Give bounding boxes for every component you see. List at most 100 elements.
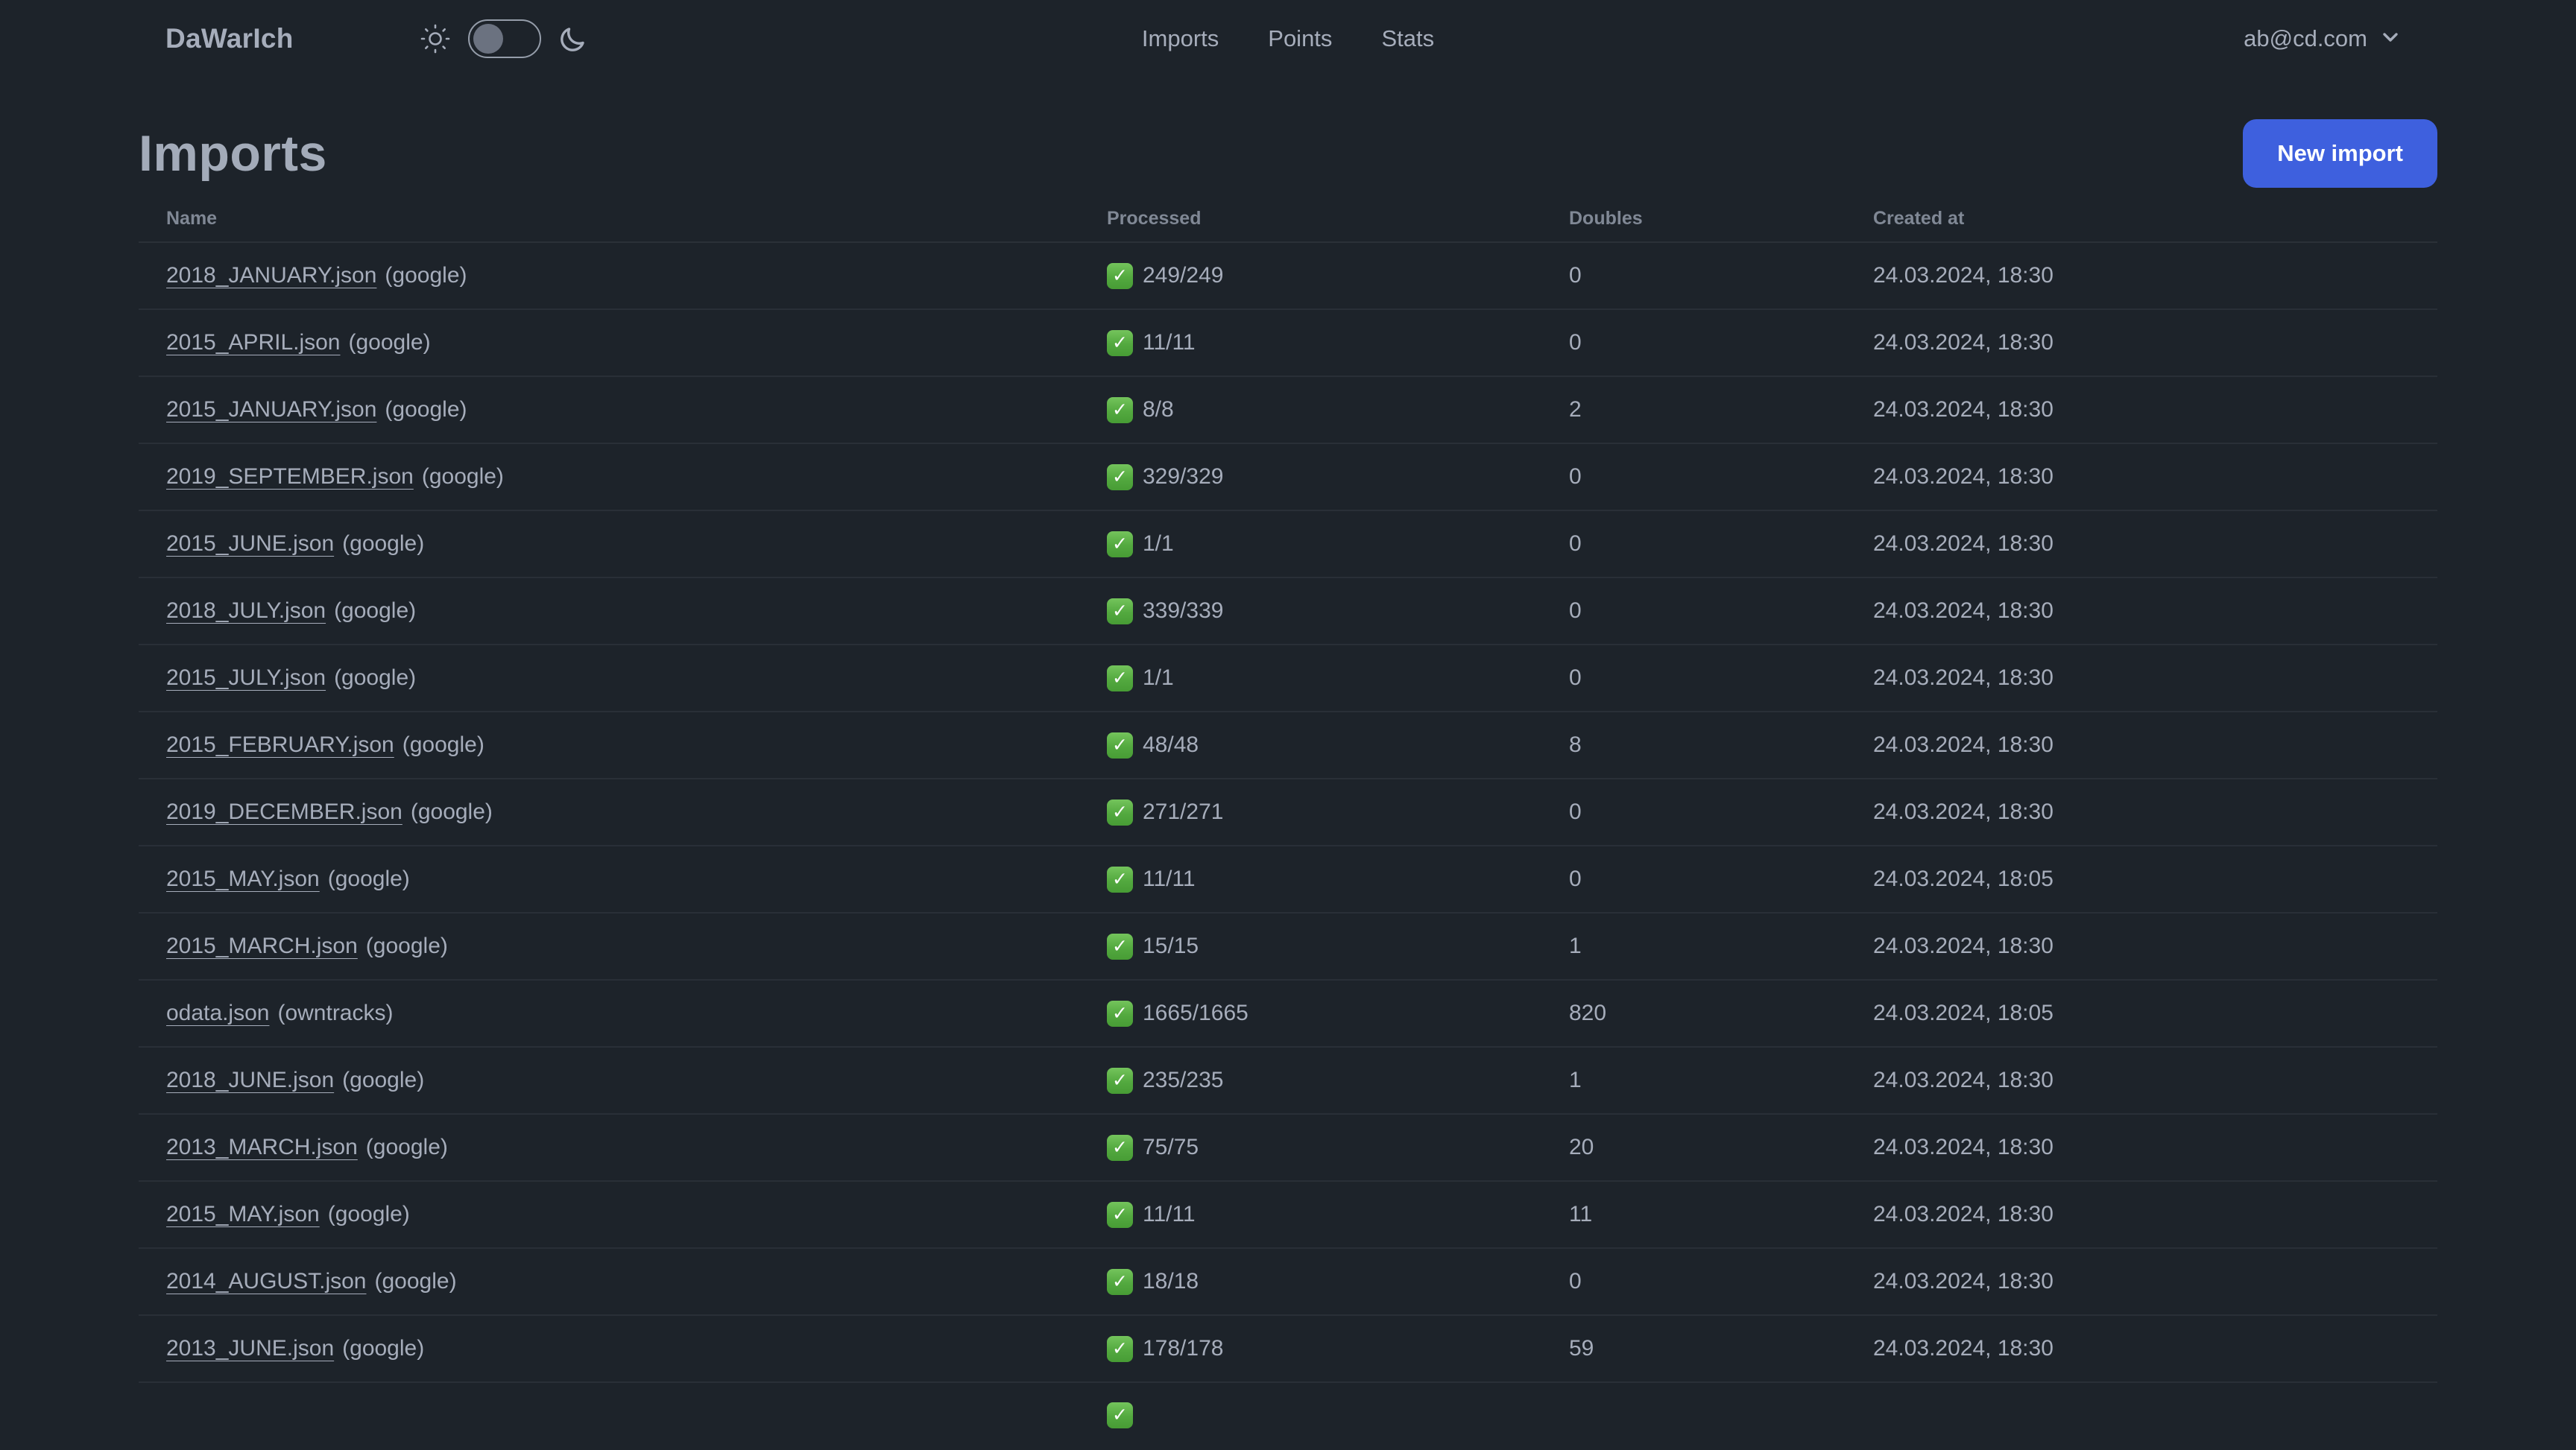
import-source-label: (google) — [342, 531, 425, 556]
import-file-link[interactable]: 2018_JANUARY.json — [166, 263, 376, 288]
processed-count: 11/11 — [1143, 330, 1196, 355]
table-row: odata.json (owntracks) ✓ 1665/1665 820 24… — [139, 981, 2437, 1048]
main-nav: Imports Points Stats — [1142, 25, 1434, 52]
processed-count: 339/339 — [1143, 598, 1224, 623]
moon-icon — [558, 23, 589, 54]
import-file-link[interactable]: 2015_JUNE.json — [166, 531, 334, 556]
created-at: 24.03.2024, 18:30 — [1873, 665, 2053, 690]
theme-toggle-group — [419, 19, 589, 58]
processed-count: 329/329 — [1143, 464, 1224, 489]
table-body: 2018_JANUARY.json (google) ✓ 249/249 0 24… — [139, 243, 2437, 1383]
success-check-icon: ✓ — [1107, 933, 1133, 960]
success-check-icon: ✓ — [1107, 799, 1133, 826]
table-row: 2015_MAY.json (google) ✓ 11/11 11 24.03.2… — [139, 1182, 2437, 1249]
processed-count: 11/11 — [1143, 1202, 1196, 1226]
success-check-icon: ✓ — [1107, 329, 1133, 356]
created-at: 24.03.2024, 18:30 — [1873, 732, 2053, 757]
success-check-icon: ✓ — [1107, 1335, 1133, 1362]
doubles-count: 0 — [1569, 464, 1582, 489]
import-file-link[interactable]: 2015_MAY.json — [166, 1202, 320, 1226]
processed-count: 235/235 — [1143, 1068, 1224, 1092]
table-row: 2018_JUNE.json (google) ✓ 235/235 1 24.03… — [139, 1048, 2437, 1115]
success-check-icon: ✓ — [1107, 1067, 1133, 1094]
import-file-link[interactable]: 2015_MAY.json — [166, 867, 320, 891]
processed-count: 178/178 — [1143, 1336, 1224, 1361]
doubles-count: 820 — [1569, 1001, 1607, 1025]
doubles-count: 0 — [1569, 263, 1582, 288]
import-source-label: (google) — [385, 263, 467, 288]
app-logo[interactable]: DaWarIch — [165, 23, 294, 54]
import-file-link[interactable]: 2015_FEBRUARY.json — [166, 732, 394, 757]
import-file-link[interactable]: 2013_JUNE.json — [166, 1336, 334, 1361]
doubles-count: 0 — [1569, 598, 1582, 623]
import-file-link[interactable]: 2014_AUGUST.json — [166, 1269, 366, 1294]
sun-icon — [419, 22, 452, 55]
created-at: 24.03.2024, 18:30 — [1873, 598, 2053, 623]
table-row: 2013_MARCH.json (google) ✓ 75/75 20 24.03… — [139, 1115, 2437, 1182]
import-file-link[interactable]: 2019_SEPTEMBER.json — [166, 464, 414, 489]
import-file-link[interactable]: 2013_MARCH.json — [166, 1135, 358, 1159]
processed-count: 11/11 — [1143, 867, 1196, 891]
table-row: 2019_SEPTEMBER.json (google) ✓ 329/329 0 … — [139, 444, 2437, 511]
import-file-link[interactable]: 2015_JULY.json — [166, 665, 326, 690]
import-source-label: (owntracks) — [277, 1001, 394, 1025]
import-source-label: (google) — [334, 598, 417, 623]
nav-link-stats[interactable]: Stats — [1381, 25, 1434, 52]
nav-link-imports[interactable]: Imports — [1142, 25, 1219, 52]
success-check-icon: ✓ — [1107, 598, 1133, 624]
chevron-down-icon — [2379, 26, 2402, 52]
success-check-icon: ✓ — [1107, 866, 1133, 893]
processed-count: 75/75 — [1143, 1135, 1199, 1159]
import-source-label: (google) — [365, 934, 448, 958]
new-import-button[interactable]: New import — [2243, 119, 2437, 188]
processed-count: 1665/1665 — [1143, 1001, 1248, 1025]
success-check-icon: ✓ — [1107, 665, 1133, 691]
import-file-link[interactable]: 2018_JULY.json — [166, 598, 326, 623]
import-file-link[interactable]: 2015_JANUARY.json — [166, 397, 376, 422]
import-file-link[interactable]: odata.json — [166, 1001, 269, 1025]
processed-count: 271/271 — [1143, 800, 1224, 824]
doubles-count: 0 — [1569, 531, 1582, 556]
import-source-label: (google) — [365, 1135, 448, 1159]
user-email: ab@cd.com — [2244, 25, 2367, 51]
doubles-count: 8 — [1569, 732, 1582, 757]
page-head: Imports New import — [139, 119, 2437, 188]
processed-count: 15/15 — [1143, 934, 1199, 958]
doubles-count: 20 — [1569, 1135, 1594, 1159]
import-file-link[interactable]: 2015_APRIL.json — [166, 330, 341, 355]
doubles-count: 0 — [1569, 330, 1582, 355]
doubles-count: 59 — [1569, 1336, 1594, 1361]
import-source-label: (google) — [402, 732, 484, 757]
created-at: 24.03.2024, 18:30 — [1873, 1202, 2053, 1226]
table-row: 2015_MARCH.json (google) ✓ 15/15 1 24.03.… — [139, 914, 2437, 981]
success-check-icon: ✓ — [1107, 1000, 1133, 1027]
import-source-label: (google) — [327, 867, 410, 891]
import-file-link[interactable]: 2018_JUNE.json — [166, 1068, 334, 1092]
column-header-name: Name — [166, 207, 218, 229]
created-at: 24.03.2024, 18:30 — [1873, 263, 2053, 288]
created-at: 24.03.2024, 18:30 — [1873, 464, 2053, 489]
doubles-count: 0 — [1569, 665, 1582, 690]
doubles-count: 0 — [1569, 800, 1582, 824]
created-at: 24.03.2024, 18:05 — [1873, 867, 2053, 891]
column-header-created-at: Created at — [1873, 207, 1965, 229]
success-check-icon: ✓ — [1107, 732, 1133, 759]
import-file-link[interactable]: 2019_DECEMBER.json — [166, 800, 402, 824]
success-check-icon: ✓ — [1107, 531, 1133, 557]
success-check-icon: ✓ — [1107, 396, 1133, 423]
created-at: 24.03.2024, 18:30 — [1873, 1068, 2053, 1092]
theme-toggle[interactable] — [467, 19, 541, 58]
success-check-icon: ✓ — [1107, 463, 1133, 490]
table-row: 2019_DECEMBER.json (google) ✓ 271/271 0 2… — [139, 779, 2437, 846]
nav-link-points[interactable]: Points — [1268, 25, 1332, 52]
doubles-count: 11 — [1569, 1202, 1593, 1226]
created-at: 24.03.2024, 18:30 — [1873, 800, 2053, 824]
doubles-count: 2 — [1569, 397, 1582, 422]
import-source-label: (google) — [410, 800, 493, 824]
imports-table: Name Processed Doubles Created at 2018_J… — [139, 195, 2437, 1450]
doubles-count: 1 — [1569, 1068, 1582, 1092]
created-at: 24.03.2024, 18:05 — [1873, 1001, 2053, 1025]
doubles-count: 0 — [1569, 867, 1582, 891]
import-file-link[interactable]: 2015_MARCH.json — [166, 934, 358, 958]
user-menu[interactable]: ab@cd.com — [2244, 25, 2402, 52]
